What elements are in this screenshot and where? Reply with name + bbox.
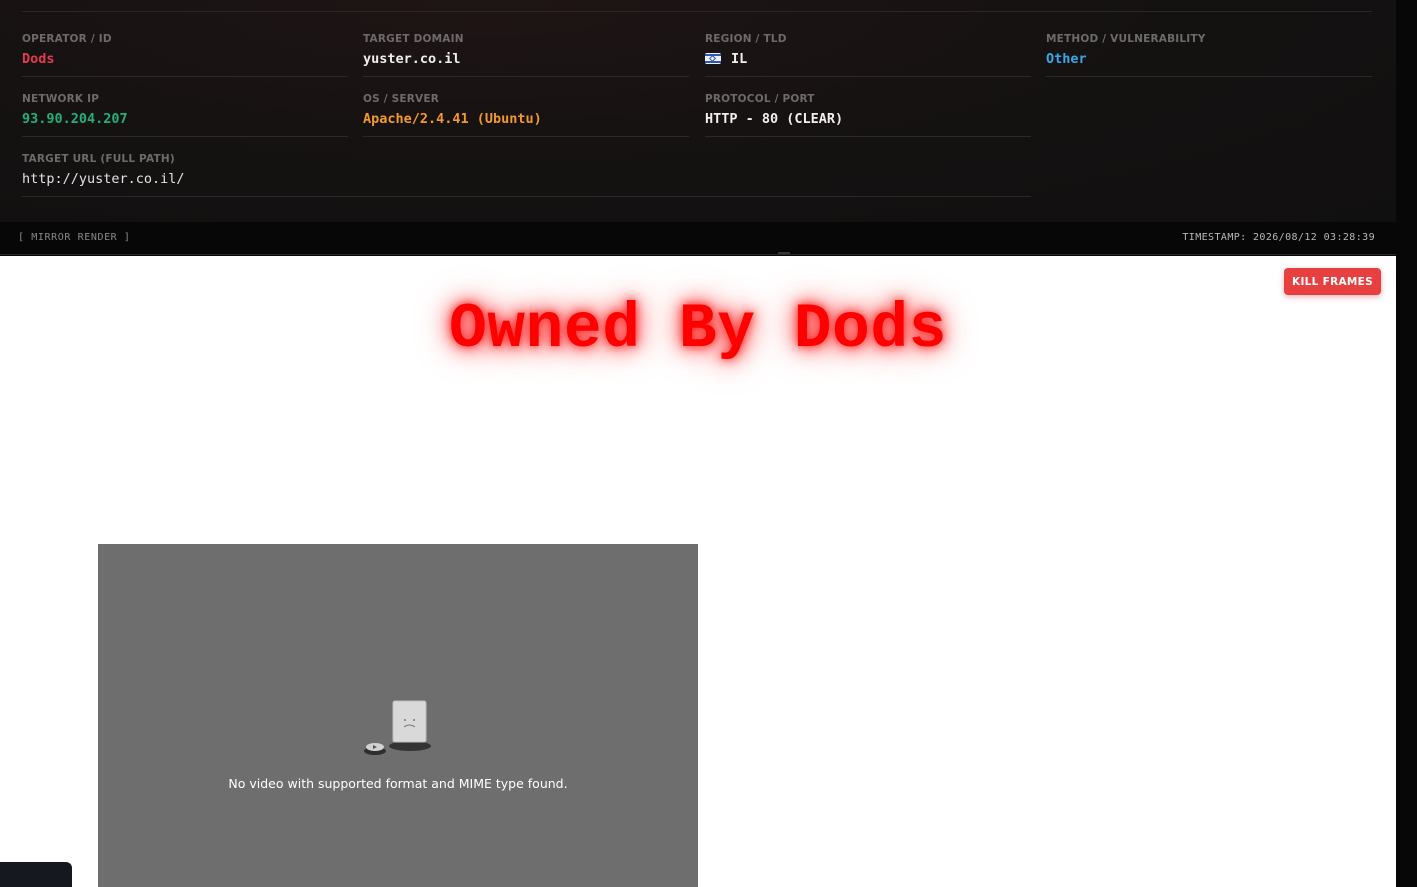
url-field: TARGET URL (FULL PATH) http://yuster.co.… [22,120,1031,197]
url-label: TARGET URL (FULL PATH) [22,153,175,165]
operator-field: OPERATOR / ID Dods [22,0,348,77]
os-field: OS / SERVER Apache/2.4.41 (Ubuntu) [363,60,689,137]
method-label: METHOD / VULNERABILITY [1046,33,1206,45]
ip-field: NETWORK IP 93.90.204.207 [22,60,348,137]
broken-plugin-icon [364,700,431,755]
kill-frames-button[interactable]: KILL FRAMES [1284,268,1381,295]
video-player[interactable]: No video with supported format and MIME … [98,544,698,887]
bottom-left-widget[interactable] [0,862,72,887]
divider [22,196,1031,197]
os-label: OS / SERVER [363,93,440,105]
region-label: REGION / TLD [705,33,787,45]
video-error-message: No video with supported format and MIME … [228,776,568,791]
domain-field: TARGET DOMAIN yuster.co.il [363,0,689,77]
operator-label: OPERATOR / ID [22,33,112,45]
method-value[interactable]: Other [1046,51,1087,67]
url-value[interactable]: http://yuster.co.il/ [22,171,185,187]
region-field: REGION / TLD IL [705,0,1031,77]
protocol-field: PROTOCOL / PORT HTTP - 80 (CLEAR) [705,60,1031,137]
method-field: METHOD / VULNERABILITY Other [1046,0,1372,77]
timestamp: TIMESTAMP: 2026/08/12 03:28:39 [1182,232,1375,243]
defacement-info-panel: OPERATOR / ID Dods TARGET DOMAIN yuster.… [0,0,1396,222]
mirror-render-label: [ MIRROR RENDER ] [18,232,131,243]
right-scrollbar-gutter[interactable] [1396,0,1417,887]
protocol-label: PROTOCOL / PORT [705,93,815,105]
mirror-frame: KILL FRAMES Owned By Dods No video with … [0,256,1396,887]
domain-label: TARGET DOMAIN [363,33,464,45]
divider [1046,76,1372,77]
ip-label: NETWORK IP [22,93,100,105]
defacement-headline: Owned By Dods [449,294,947,365]
bar-divider [0,254,1396,255]
mirror-status-bar: [ MIRROR RENDER ] TIMESTAMP: 2026/08/12 … [0,222,1396,255]
